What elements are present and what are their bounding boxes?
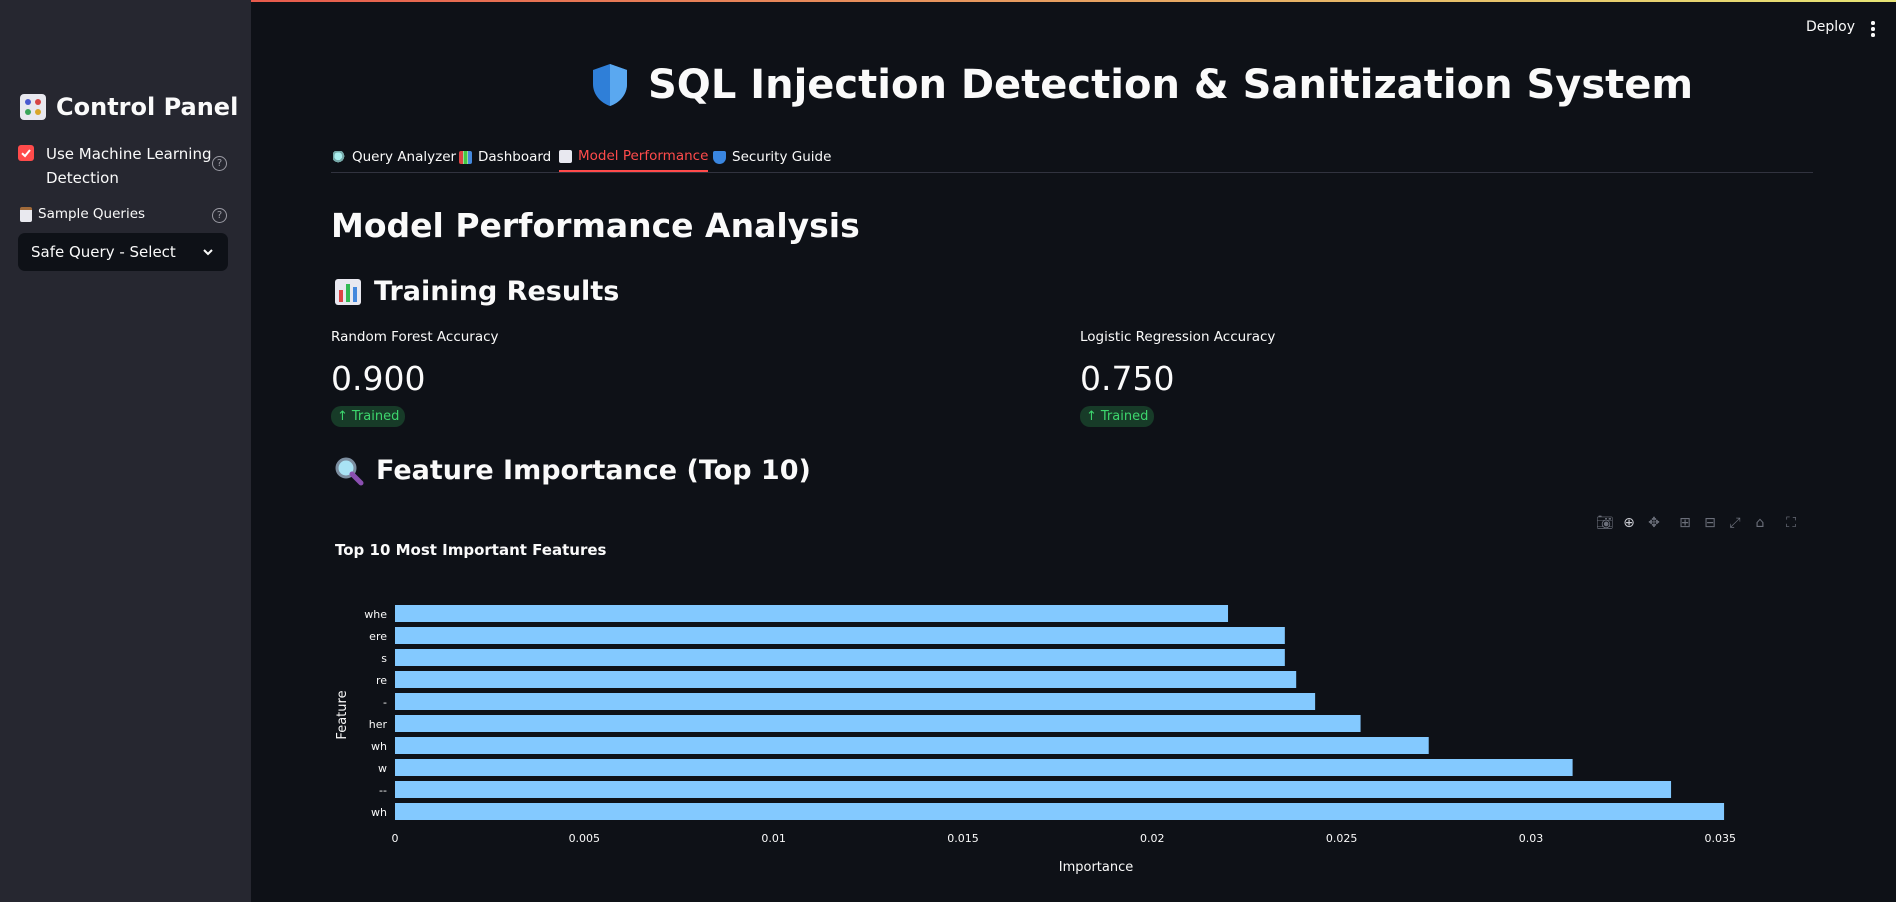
y-tick-label: wh bbox=[371, 806, 387, 819]
metric-value: 0.750 bbox=[1080, 359, 1175, 398]
bar-4[interactable] bbox=[395, 693, 1316, 710]
zoom-in-icon[interactable]: ⊞ bbox=[1677, 515, 1693, 531]
y-tick-label: wh bbox=[371, 740, 387, 753]
shield-icon bbox=[713, 150, 726, 164]
shield-icon bbox=[593, 64, 627, 106]
sample-queries-label: Sample Queries bbox=[20, 206, 145, 222]
x-axis-title: Importance bbox=[1059, 860, 1134, 875]
feature-importance-chart: Top 10 Most Important Features whe ere s re… bbox=[335, 541, 1737, 875]
y-tick-label: w bbox=[378, 762, 387, 775]
metric-label: Logistic Regression Accuracy bbox=[1080, 329, 1276, 345]
y-tick-label: whe bbox=[364, 608, 387, 621]
x-tick-label: 0.015 bbox=[947, 832, 979, 845]
line-chart-icon bbox=[559, 149, 572, 163]
bar-6[interactable] bbox=[395, 737, 1429, 754]
main-menu-icon[interactable] bbox=[1871, 21, 1875, 37]
metric-logistic-regression: Logistic Regression Accuracy 0.750 ↑ Tra… bbox=[1080, 329, 1275, 427]
bar-chart-icon bbox=[459, 150, 472, 164]
help-icon[interactable]: ? bbox=[212, 208, 227, 223]
bar-0[interactable] bbox=[395, 605, 1229, 622]
reset-axes-icon[interactable]: ⌂ bbox=[1752, 515, 1768, 531]
metric-delta-badge: ↑ Trained bbox=[1080, 406, 1155, 427]
bar-9[interactable] bbox=[395, 803, 1725, 820]
bar-1[interactable] bbox=[395, 627, 1285, 644]
ml-detection-checkbox[interactable]: Use Machine Learning Detection bbox=[18, 142, 238, 190]
tab-query-analyzer[interactable]: Query Analyzer bbox=[333, 142, 456, 172]
metric-random-forest: Random Forest Accuracy 0.900 ↑ Trained bbox=[331, 329, 499, 427]
x-tick-label: 0.025 bbox=[1326, 832, 1358, 845]
control-knobs-icon bbox=[20, 94, 46, 120]
tab-bar: Query Analyzer Dashboard Model Performan… bbox=[331, 135, 1813, 173]
fullscreen-icon[interactable]: ⛶ bbox=[1783, 515, 1799, 531]
arrow-up-icon: ↑ bbox=[1086, 409, 1097, 424]
x-tick-label: 0 bbox=[392, 832, 399, 845]
bar-chart-icon bbox=[335, 278, 361, 305]
clipboard-icon bbox=[20, 206, 32, 222]
metric-label: Random Forest Accuracy bbox=[331, 329, 499, 345]
training-results-heading: Training Results bbox=[334, 276, 619, 307]
sidebar: Control Panel Use Machine Learning Detec… bbox=[0, 0, 251, 902]
autoscale-icon[interactable]: ⤢ bbox=[1727, 515, 1743, 531]
x-tick-label: 0.01 bbox=[761, 832, 786, 845]
y-tick-label: ere bbox=[369, 630, 387, 643]
y-tick-label: - bbox=[383, 696, 387, 709]
tab-dashboard[interactable]: Dashboard bbox=[459, 142, 551, 172]
metric-value: 0.900 bbox=[331, 359, 426, 398]
x-tick-label: 0.03 bbox=[1519, 832, 1544, 845]
bar-7[interactable] bbox=[395, 759, 1573, 776]
x-tick-label: 0.035 bbox=[1705, 832, 1737, 845]
zoom-icon[interactable]: ⊕ bbox=[1621, 515, 1637, 531]
bar-8[interactable] bbox=[395, 781, 1672, 798]
ml-detection-label: Use Machine Learning Detection bbox=[46, 145, 212, 187]
bar-5[interactable] bbox=[395, 715, 1361, 732]
metric-delta-badge: ↑ Trained bbox=[331, 406, 406, 427]
y-tick-label: s bbox=[381, 652, 387, 665]
y-tick-label: -- bbox=[379, 784, 387, 797]
sidebar-title: Control Panel bbox=[20, 93, 238, 121]
chevron-down-icon bbox=[203, 249, 213, 256]
page-title: SQL Injection Detection & Sanitization S… bbox=[590, 62, 1693, 108]
pan-icon[interactable]: ✥ bbox=[1646, 515, 1662, 531]
tab-security-guide[interactable]: Security Guide bbox=[713, 142, 831, 172]
deploy-button[interactable]: Deploy bbox=[1806, 19, 1855, 35]
feature-importance-heading: Feature Importance (Top 10) bbox=[334, 455, 811, 486]
help-icon[interactable]: ? bbox=[212, 156, 227, 171]
arrow-up-icon: ↑ bbox=[337, 409, 348, 424]
sidebar-title-text: Control Panel bbox=[56, 93, 239, 121]
sample-queries-select[interactable]: Safe Query - Select bbox=[18, 233, 228, 271]
top-decoration-bar bbox=[0, 0, 1896, 2]
zoom-out-icon[interactable]: ⊟ bbox=[1702, 515, 1718, 531]
y-tick-label: re bbox=[376, 674, 387, 687]
select-value: Safe Query - Select bbox=[31, 243, 176, 261]
bar-3[interactable] bbox=[395, 671, 1297, 688]
chart-title: Top 10 Most Important Features bbox=[335, 541, 607, 559]
magnifier-icon bbox=[333, 150, 346, 164]
y-tick-label: her bbox=[369, 718, 388, 731]
tab-model-performance[interactable]: Model Performance bbox=[559, 142, 709, 172]
y-axis-title: Feature bbox=[335, 690, 350, 739]
camera-icon[interactable]: 📷︎ bbox=[1596, 515, 1614, 531]
x-tick-label: 0.005 bbox=[569, 832, 601, 845]
magnifier-icon bbox=[335, 457, 364, 485]
bar-2[interactable] bbox=[395, 649, 1285, 666]
x-tick-label: 0.02 bbox=[1140, 832, 1165, 845]
checkbox-checked-icon[interactable] bbox=[18, 145, 34, 161]
chart-toolbar: 📷︎ ⊕ ✥ ⊞ ⊟ ⤢ ⌂ ⛶ bbox=[1596, 515, 1799, 531]
section-heading: Model Performance Analysis bbox=[331, 206, 860, 245]
